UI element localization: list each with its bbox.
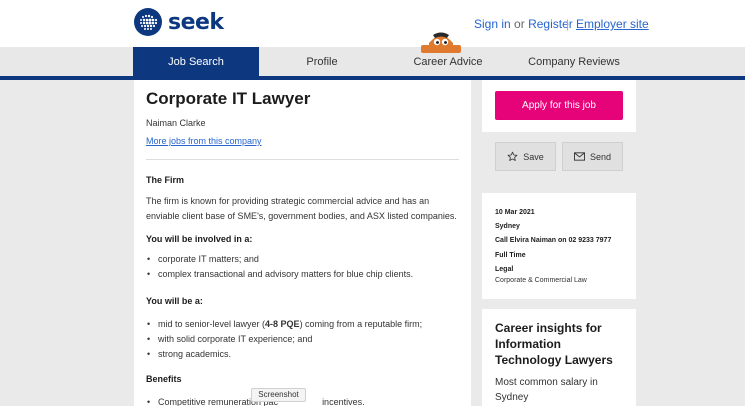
- listing-date: 10 Mar 2021: [495, 209, 535, 216]
- firm-heading: The Firm: [146, 175, 185, 185]
- apply-button[interactable]: Apply for this job: [495, 91, 623, 120]
- list-item: with solid corporate IT experience; and: [146, 332, 422, 347]
- header-divider: |: [566, 17, 570, 31]
- brand-name: seek: [168, 9, 224, 35]
- list-item: corporate IT matters; and: [146, 252, 413, 267]
- more-jobs-link[interactable]: More jobs from this company: [146, 136, 262, 146]
- save-button[interactable]: Save: [495, 142, 556, 171]
- list-item: mid to senior-level lawyer (4-8 PQE) com…: [146, 317, 422, 332]
- will-be-list: mid to senior-level lawyer (4-8 PQE) com…: [146, 317, 422, 362]
- send-label: Send: [589, 151, 612, 162]
- involved-list: corporate IT matters; and complex transa…: [146, 252, 413, 282]
- star-icon: [507, 151, 518, 161]
- job-location: Sydney: [495, 223, 520, 230]
- advertiser-name: Naiman Clarke: [146, 118, 206, 128]
- send-button[interactable]: Send: [562, 142, 623, 171]
- employer-site-link[interactable]: Employer site: [576, 17, 649, 31]
- seek-logo[interactable]: seek: [134, 8, 224, 36]
- job-title: Corporate IT Lawyer: [146, 89, 311, 108]
- job-category: Legal: [495, 266, 514, 273]
- save-label: Save: [523, 151, 544, 162]
- tab-job-search[interactable]: Job Search: [133, 47, 259, 77]
- will-be-heading: You will be a:: [146, 296, 203, 306]
- involved-heading: You will be involved in a:: [146, 234, 253, 244]
- job-details-panel: Corporate IT Lawyer Naiman Clarke More j…: [134, 80, 471, 406]
- section-divider: [146, 159, 459, 160]
- or-text: or: [514, 17, 525, 31]
- seek-logo-icon: [134, 8, 162, 36]
- work-type: Full Time: [495, 252, 526, 259]
- screenshot-tooltip: Screenshot: [251, 388, 306, 402]
- auth-links: Sign in or Register: [474, 17, 573, 31]
- career-insights-subtitle: Most common salary in Sydney: [495, 377, 598, 403]
- career-insights-title: Career insights for Information Technolo…: [495, 321, 613, 367]
- contact-info: Call Elvira Naiman on 02 9233 7977: [495, 237, 612, 244]
- job-subcategory: Corporate & Commercial Law: [495, 277, 587, 284]
- mail-icon: [573, 152, 585, 161]
- benefits-heading: Benefits: [146, 374, 182, 384]
- mascot-icon: [421, 32, 461, 53]
- list-item: complex transactional and advisory matte…: [146, 267, 413, 282]
- tab-profile[interactable]: Profile: [259, 47, 385, 77]
- list-item: strong academics.: [146, 347, 422, 362]
- tab-company-reviews[interactable]: Company Reviews: [511, 47, 637, 77]
- firm-description: The firm is known for providing strategi…: [146, 196, 457, 221]
- sign-in-link[interactable]: Sign in: [474, 17, 511, 31]
